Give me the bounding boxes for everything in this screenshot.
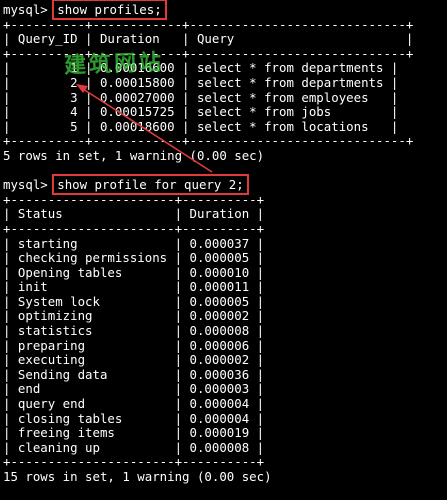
table-row: | query end | 0.000004 | [3, 396, 265, 412]
prompt: mysql> [3, 177, 48, 193]
table-row: | preparing | 0.000006 | [3, 337, 265, 353]
highlighted-command: show profiles; [52, 0, 167, 20]
highlighted-command: show profile for query 2; [52, 174, 249, 196]
table-row: | 2 | 0.00015800 | select * from departm… [3, 74, 399, 90]
table-row: | checking permissions | 0.000005 | [3, 250, 265, 266]
table-header: | Query_ID | Duration | Query | [3, 31, 414, 47]
prompt: mysql> [3, 2, 48, 17]
table-row: | cleaning up | 0.000008 | [3, 439, 265, 455]
table-border-mid: +----------------------+----------+ [3, 220, 265, 236]
table-header: | Status | Duration | [3, 206, 265, 222]
table-row: | optimizing | 0.000002 | [3, 308, 265, 324]
table-row: | end | 0.000003 | [3, 381, 265, 397]
table-row: | freeing items | 0.000019 | [3, 425, 265, 441]
table-row: | closing tables | 0.000004 | [3, 410, 265, 426]
table-border-bottom: +----------------------+----------+ [3, 454, 265, 470]
result-summary: 15 rows in set, 1 warning (0.00 sec) [3, 469, 272, 484]
table-row: | executing | 0.000002 | [3, 352, 265, 368]
table-row: | 1 | 0.00016600 | select * from departm… [3, 60, 399, 76]
command-line-1: mysql> show profiles; [3, 0, 447, 20]
result-summary: 5 rows in set, 1 warning (0.00 sec) [3, 147, 265, 163]
command-line-2: mysql> show profile for query 2; [3, 174, 447, 196]
table-row: | 4 | 0.00015725 | select * from jobs | [3, 104, 399, 120]
table-row: | Sending data | 0.000036 | [3, 366, 265, 382]
table-border-bottom: +----------+------------+---------------… [3, 133, 414, 149]
table-row: | System lock | 0.000005 | [3, 293, 265, 309]
table-border-top: +----------+------------+---------------… [3, 16, 414, 32]
table-row: | init | 0.000011 | [3, 279, 265, 295]
table-row: | 3 | 0.00027000 | select * from employe… [3, 89, 399, 105]
table-row: | statistics | 0.000008 | [3, 323, 265, 339]
table-row: | Opening tables | 0.000010 | [3, 264, 265, 280]
terminal-output: mysql> show profiles; +----------+------… [3, 0, 447, 485]
table-row: | 5 | 0.00018600 | select * from locatio… [3, 118, 399, 134]
table-border-top: +----------------------+----------+ [3, 191, 265, 207]
table-border-mid: +----------+------------+---------------… [3, 45, 414, 61]
table-row: | starting | 0.000037 | [3, 235, 265, 251]
